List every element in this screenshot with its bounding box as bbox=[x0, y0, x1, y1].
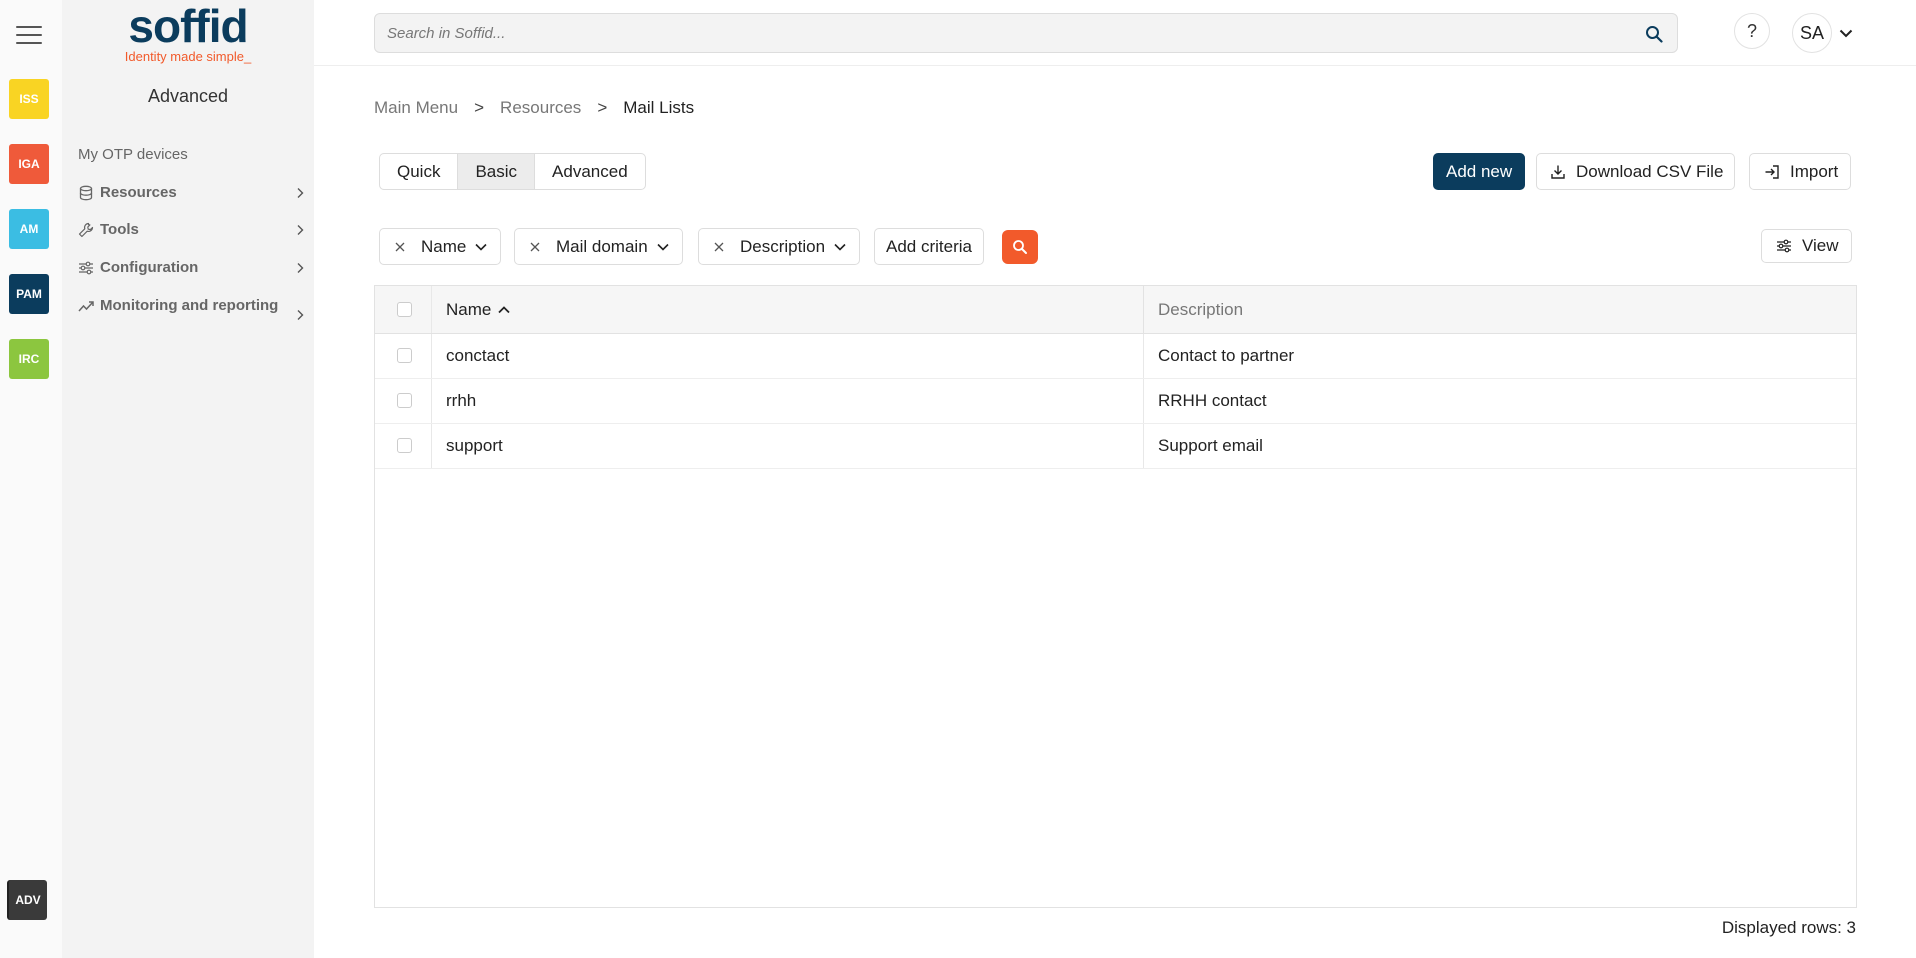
cell-name: conctact bbox=[432, 334, 1144, 378]
sidebar-item-monitoring[interactable]: Monitoring and reporting bbox=[78, 297, 306, 321]
table-row[interactable]: conctact Contact to partner bbox=[375, 334, 1856, 379]
module-adv-button[interactable]: ADV bbox=[7, 880, 47, 920]
cell-description: Support email bbox=[1158, 436, 1263, 455]
add-criteria-button[interactable]: Add criteria bbox=[874, 228, 984, 265]
table-row[interactable]: rrhh RRHH contact bbox=[375, 379, 1856, 424]
close-icon[interactable] bbox=[394, 241, 406, 253]
my-otp-devices-link[interactable]: My OTP devices bbox=[78, 146, 188, 163]
module-irc-button[interactable]: IRC bbox=[9, 339, 49, 379]
database-icon bbox=[79, 185, 93, 201]
download-csv-button[interactable]: Download CSV File bbox=[1536, 153, 1736, 190]
search-icon bbox=[1013, 240, 1027, 254]
mode-quick-tab[interactable]: Quick bbox=[380, 154, 459, 189]
column-header-label: Name bbox=[446, 300, 492, 319]
search-mode-toggle: Quick Basic Advanced bbox=[379, 153, 646, 190]
sidebar-title: Advanced bbox=[147, 86, 229, 106]
row-select-cell bbox=[375, 334, 432, 378]
app-root: ISS IGA AM PAM IRC ADV soffid Identity m… bbox=[0, 0, 1916, 958]
view-button[interactable]: View bbox=[1761, 229, 1852, 263]
chevron-right-icon bbox=[297, 263, 304, 273]
global-search bbox=[374, 13, 1678, 53]
import-button[interactable]: Import bbox=[1749, 153, 1852, 190]
close-icon[interactable] bbox=[713, 241, 725, 253]
mode-basic-tab[interactable]: Basic bbox=[458, 154, 536, 189]
import-label: Import bbox=[1790, 161, 1839, 181]
cell-description: Contact to partner bbox=[1158, 346, 1295, 365]
table-header: Name Description bbox=[375, 286, 1856, 334]
sidebar-item-label: Resources bbox=[100, 184, 177, 201]
user-menu[interactable]: SA bbox=[1792, 13, 1854, 53]
column-header-description[interactable]: Description bbox=[1144, 286, 1856, 334]
chevron-down-icon bbox=[657, 243, 669, 251]
cell-description: RRHH contact bbox=[1158, 391, 1267, 410]
select-all-checkbox[interactable] bbox=[397, 301, 412, 317]
download-csv-label: Download CSV File bbox=[1576, 161, 1724, 181]
sidebar: soffid Identity made simple_ Advanced My… bbox=[62, 0, 314, 958]
breadcrumb-resources[interactable]: Resources bbox=[500, 98, 581, 118]
sidebar-item-resources[interactable]: Resources bbox=[78, 184, 306, 204]
table-row[interactable]: support Support email bbox=[375, 424, 1856, 469]
cell-name: support bbox=[432, 424, 1144, 468]
module-pam-button[interactable]: PAM bbox=[9, 274, 49, 314]
filter-chip-name[interactable]: Name bbox=[379, 228, 502, 265]
chevron-down-icon bbox=[475, 243, 487, 251]
trend-icon bbox=[78, 301, 94, 312]
svg-text:soffid: soffid bbox=[128, 2, 247, 52]
select-all-cell bbox=[375, 286, 432, 333]
svg-text:Identity made simple_: Identity made simple_ bbox=[125, 49, 252, 64]
sliders-icon bbox=[1777, 239, 1791, 253]
filter-chip-label: Name bbox=[421, 236, 467, 256]
row-select-cell bbox=[375, 424, 432, 468]
column-header-name[interactable]: Name bbox=[432, 286, 1144, 334]
chevron-right-icon bbox=[297, 188, 304, 198]
breadcrumb-separator: > bbox=[597, 98, 608, 117]
import-icon bbox=[1765, 164, 1779, 179]
avatar: SA bbox=[1792, 13, 1832, 53]
breadcrumb-separator: > bbox=[474, 98, 485, 117]
sort-ascending-icon bbox=[498, 306, 510, 314]
help-button[interactable]: ? bbox=[1734, 13, 1770, 49]
filter-chip-description[interactable]: Description bbox=[698, 228, 861, 265]
chevron-right-icon bbox=[297, 225, 304, 235]
sidebar-item-label: Configuration bbox=[100, 259, 199, 276]
row-checkbox[interactable] bbox=[397, 438, 412, 453]
menu-icon[interactable] bbox=[16, 26, 42, 46]
run-search-button[interactable] bbox=[1002, 230, 1038, 264]
row-checkbox[interactable] bbox=[397, 393, 412, 408]
chevron-down-icon bbox=[1839, 29, 1853, 38]
cell-name: rrhh bbox=[432, 379, 1144, 423]
soffid-logo[interactable]: soffid Identity made simple_ bbox=[118, 2, 258, 66]
filter-chip-mail-domain[interactable]: Mail domain bbox=[514, 228, 683, 265]
chevron-right-icon bbox=[297, 310, 304, 320]
module-iga-button[interactable]: IGA bbox=[9, 144, 49, 184]
module-iss-button[interactable]: ISS bbox=[9, 79, 49, 119]
sliders-icon bbox=[79, 261, 93, 275]
top-bar: ? SA bbox=[314, 0, 1916, 66]
sidebar-item-tools[interactable]: Tools bbox=[78, 221, 306, 241]
search-icon[interactable] bbox=[1645, 25, 1663, 43]
chevron-down-icon bbox=[834, 243, 846, 251]
wrench-icon bbox=[78, 222, 94, 238]
row-select-cell bbox=[375, 379, 432, 423]
row-checkbox[interactable] bbox=[397, 348, 412, 363]
sidebar-item-label: Tools bbox=[100, 221, 139, 238]
download-icon bbox=[1551, 165, 1565, 179]
search-input[interactable] bbox=[375, 14, 1677, 52]
breadcrumb-current: Mail Lists bbox=[623, 98, 695, 117]
sidebar-item-configuration[interactable]: Configuration bbox=[78, 259, 306, 279]
mail-lists-table: Name Description conctact Contact to par… bbox=[374, 285, 1857, 908]
breadcrumb: Main Menu > Resources > Mail Lists bbox=[374, 98, 694, 118]
sidebar-item-label: Monitoring and reporting bbox=[100, 297, 279, 314]
add-new-button[interactable]: Add new bbox=[1433, 153, 1526, 190]
filter-chip-label: Description bbox=[740, 236, 826, 256]
mode-advanced-tab[interactable]: Advanced bbox=[535, 154, 645, 189]
module-rail: ISS IGA AM PAM IRC ADV bbox=[0, 0, 62, 958]
module-am-button[interactable]: AM bbox=[9, 209, 49, 249]
close-icon[interactable] bbox=[529, 241, 541, 253]
breadcrumb-main-menu[interactable]: Main Menu bbox=[374, 98, 458, 118]
view-label: View bbox=[1802, 236, 1839, 255]
displayed-rows-count: Displayed rows: 3 bbox=[1721, 918, 1856, 937]
column-header-label: Description bbox=[1158, 300, 1244, 319]
filter-chip-label: Mail domain bbox=[556, 236, 648, 256]
